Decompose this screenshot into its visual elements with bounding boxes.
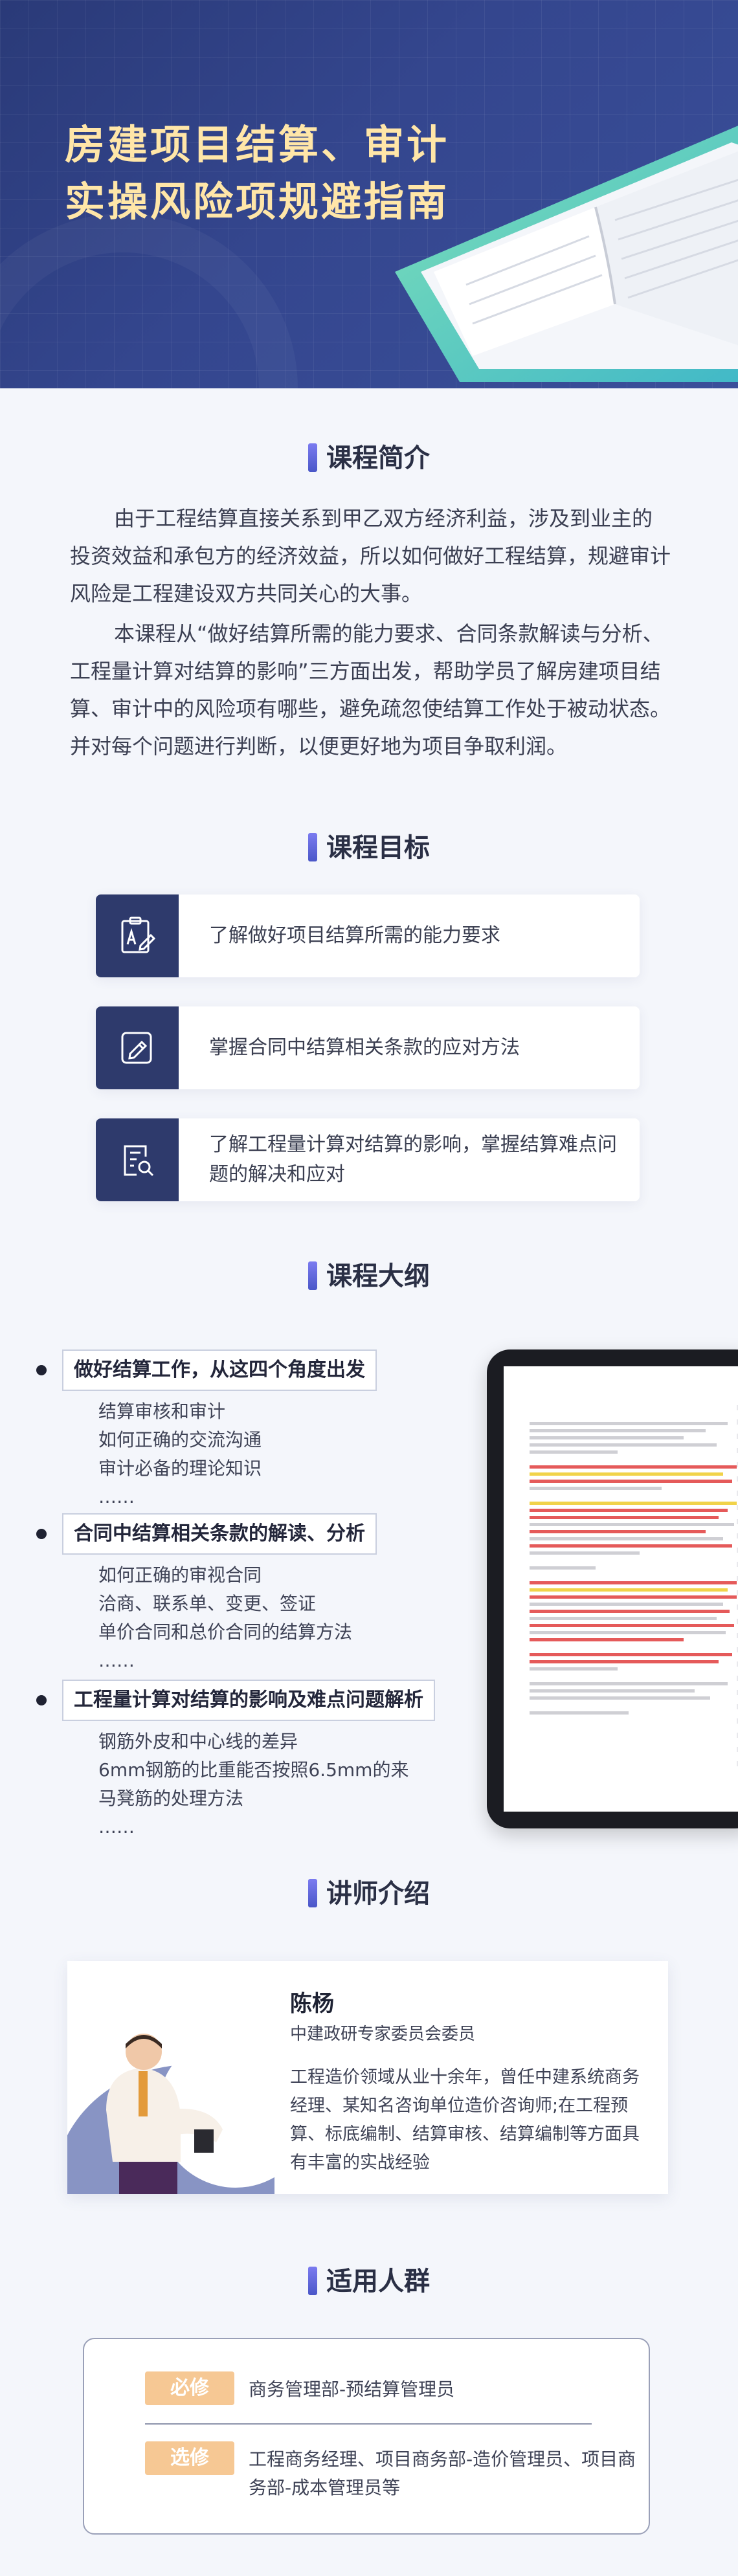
teacher-portrait-illustration xyxy=(67,2032,274,2194)
bullet-dot xyxy=(36,1529,47,1539)
tablet-screen xyxy=(504,1366,738,1812)
hero-banner: 房建项目结算、审计 实操风险项规避指南 xyxy=(0,0,738,388)
elective-tag: 选修 xyxy=(145,2441,234,2475)
outline-point: 结算审核和审计 xyxy=(98,1401,226,1422)
outline-section-title: 合同中结算相关条款的解读、分析 xyxy=(62,1513,377,1555)
goal-card-2: 掌握合同中结算相关条款的应对方法 xyxy=(96,1006,640,1089)
outline-point: 6mm钢筋的比重能否按照6.5mm的来 xyxy=(98,1759,409,1781)
tablet-document-preview xyxy=(530,1418,738,1718)
outline-point: …… xyxy=(98,1486,135,1507)
heading-accent-bar xyxy=(308,443,317,472)
outline-point-list: 结算审核和审计 如何正确的交流沟通 审计必备的理论知识 …… xyxy=(98,1397,262,1511)
intro-paragraph-2: 本课程从“做好结算所需的能力要求、合同条款解读与分析、工程量计算对结算的影响”三… xyxy=(70,621,671,759)
heading-accent-bar xyxy=(308,2267,317,2295)
required-tag: 必修 xyxy=(145,2371,234,2405)
open-book-illustration xyxy=(395,126,738,382)
outline-point: 审计必备的理论知识 xyxy=(98,1458,262,1479)
section-heading-goals: 课程目标 xyxy=(0,830,738,866)
outline-point: 如何正确的审视合同 xyxy=(98,1564,262,1586)
outline-point: 如何正确的交流沟通 xyxy=(98,1429,262,1450)
teacher-card: 陈杨 中建政研专家委员会委员 工程造价领域从业十余年，曾任中建系统商务经理、某知… xyxy=(67,1961,668,2194)
section-heading-audience: 适用人群 xyxy=(0,2263,738,2300)
outline-point: 钢筋外皮和中心线的差异 xyxy=(98,1731,298,1752)
goal-card-3: 了解工程量计算对结算的影响，掌握结算难点问题的解决和应对 xyxy=(96,1118,640,1201)
heading-accent-bar xyxy=(308,1261,317,1290)
goal-text-2: 掌握合同中结算相关条款的应对方法 xyxy=(209,1036,520,1059)
heading-accent-bar xyxy=(308,833,317,861)
teacher-name: 陈杨 xyxy=(290,1991,334,2017)
outline-point: …… xyxy=(98,1650,135,1671)
goal-text-1: 了解做好项目结算所需的能力要求 xyxy=(209,924,500,947)
clipboard-edit-icon xyxy=(96,894,179,977)
audience-divider xyxy=(145,2423,592,2425)
section-heading-outline: 课程大纲 xyxy=(0,1258,738,1294)
outline-point-list: 钢筋外皮和中心线的差异 6mm钢筋的比重能否按照6.5mm的来 马凳筋的处理方法… xyxy=(98,1727,408,1841)
heading-accent-bar xyxy=(308,1879,317,1907)
goal-text-3: 了解工程量计算对结算的影响，掌握结算难点问题的解决和应对 xyxy=(209,1133,617,1186)
outline-point: 马凳筋的处理方法 xyxy=(98,1788,244,1809)
outline-point: 单价合同和总价合同的结算方法 xyxy=(98,1621,353,1643)
required-value: 商务管理部-预结算管理员 xyxy=(249,2379,455,2400)
outline-section-title: 做好结算工作，从这四个角度出发 xyxy=(62,1349,377,1391)
audience-card: 必修 商务管理部-预结算管理员 选修 工程商务经理、项目商务部-造价管理员、项目… xyxy=(83,2338,650,2535)
outline-point-list: 如何正确的审视合同 洽商、联系单、变更、签证 单价合同和总价合同的结算方法 …… xyxy=(98,1561,352,1675)
bullet-dot xyxy=(36,1695,47,1705)
bullet-dot xyxy=(36,1365,47,1375)
document-search-icon xyxy=(96,1118,179,1201)
teacher-role: 中建政研专家委员会委员 xyxy=(290,2025,476,2044)
goal-card-1: 了解做好项目结算所需的能力要求 xyxy=(96,894,640,977)
outline-section-title: 工程量计算对结算的影响及难点问题解析 xyxy=(62,1680,435,1721)
document-pen-icon xyxy=(96,1006,179,1089)
outline-point: …… xyxy=(98,1816,135,1838)
teacher-description: 工程造价领域从业十余年，曾任中建系统商务经理、某知名咨询单位造价咨询师;在工程预… xyxy=(290,2067,640,2173)
tablet-illustration xyxy=(487,1349,738,1828)
section-heading-teacher: 讲师介绍 xyxy=(0,1876,738,1912)
intro-paragraph-1: 由于工程结算直接关系到甲乙双方经济利益，涉及到业主的投资效益和承包方的经济效益，… xyxy=(70,506,671,606)
elective-value: 工程商务经理、项目商务部-造价管理员、项目商务部-成本管理员等 xyxy=(249,2448,636,2498)
outline-point: 洽商、联系单、变更、签证 xyxy=(98,1593,317,1614)
section-heading-intro: 课程简介 xyxy=(0,440,738,476)
